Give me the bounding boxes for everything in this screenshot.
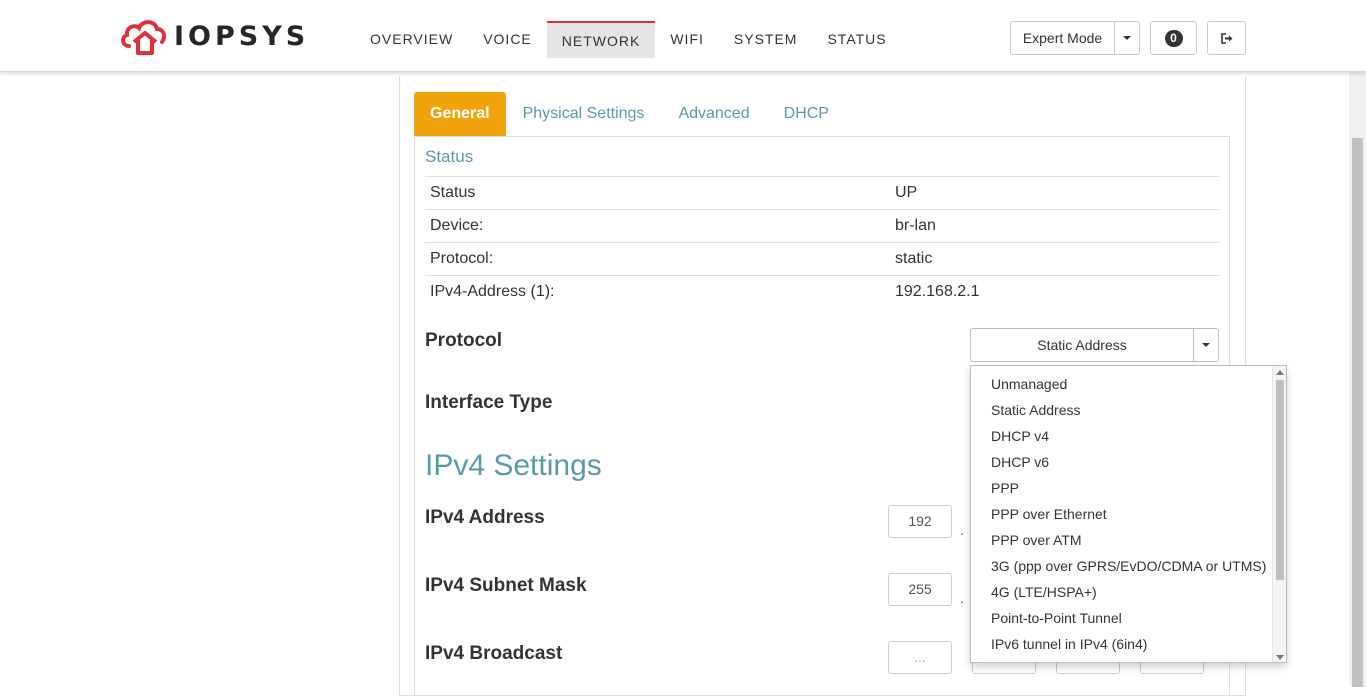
status-label: Status: [425, 176, 890, 210]
device-value: br-lan: [890, 209, 1219, 243]
scroll-up-icon[interactable]: [1276, 370, 1284, 375]
table-row: Device: br-lan: [425, 209, 1219, 243]
expert-mode-button[interactable]: Expert Mode: [1010, 21, 1115, 55]
protocol-value: static: [890, 242, 1219, 276]
nav-system[interactable]: SYSTEM: [719, 21, 813, 58]
protocol-label: Protocol:: [425, 242, 890, 276]
ipv4-subnet-octet-1[interactable]: 255: [888, 573, 952, 606]
ipv4-address-field-label: IPv4 Address: [425, 507, 545, 528]
option-dhcp-v4[interactable]: DHCP v4: [971, 423, 1273, 449]
octet-separator: .: [960, 590, 964, 606]
tab-physical-settings[interactable]: Physical Settings: [506, 92, 662, 136]
ipv4-broadcast-field-label: IPv4 Broadcast: [425, 643, 563, 664]
nav-status[interactable]: STATUS: [812, 21, 901, 58]
status-section-title: Status: [425, 147, 474, 166]
protocol-field-label: Protocol: [425, 330, 503, 351]
notifications-button[interactable]: 0: [1150, 21, 1197, 55]
tab-advanced[interactable]: Advanced: [661, 92, 766, 136]
tab-dhcp[interactable]: DHCP: [767, 92, 846, 136]
option-pppoe[interactable]: PPP over Ethernet: [971, 501, 1273, 527]
ipv4-broadcast-octet-1[interactable]: ...: [888, 641, 952, 674]
option-6in4[interactable]: IPv6 tunnel in IPv4 (6in4): [971, 631, 1273, 657]
table-row: Status UP: [425, 176, 1219, 210]
logo-text: IOPSYS: [174, 20, 310, 52]
option-pptp[interactable]: Point-to-Point Tunnel: [971, 605, 1273, 631]
ipv4-address-label: IPv4-Address (1):: [425, 275, 890, 309]
ipv4-address-octet-1[interactable]: 192: [888, 505, 952, 538]
ipv4-settings-title: IPv4 Settings: [425, 449, 602, 482]
option-dhcp-v6[interactable]: DHCP v6: [971, 449, 1273, 475]
nav-network[interactable]: NETWORK: [546, 21, 656, 58]
logout-icon: [1220, 32, 1232, 44]
protocol-dropdown-list: Unmanaged Static Address DHCP v4 DHCP v6…: [970, 365, 1287, 663]
device-label: Device:: [425, 209, 890, 243]
mode-dropdown-toggle[interactable]: [1114, 21, 1140, 55]
protocol-select[interactable]: Static Address: [970, 328, 1219, 362]
chevron-down-icon: [1123, 36, 1131, 40]
protocol-select-value: Static Address: [971, 329, 1194, 361]
scroll-down-icon[interactable]: [1276, 655, 1284, 660]
ipv4-subnet-field-label: IPv4 Subnet Mask: [425, 575, 587, 596]
option-4g[interactable]: 4G (LTE/HSPA+): [971, 579, 1273, 605]
option-unmanaged[interactable]: Unmanaged: [971, 371, 1273, 397]
nav-wifi[interactable]: WIFI: [655, 21, 719, 58]
notification-badge: 0: [1164, 29, 1183, 47]
status-value: UP: [890, 176, 1219, 210]
octet-separator: .: [960, 522, 964, 538]
interface-tabs: General Physical Settings Advanced DHCP: [414, 92, 846, 136]
table-row: Protocol: static: [425, 242, 1219, 276]
dropdown-scroll-thumb[interactable]: [1276, 380, 1284, 580]
chevron-down-icon: [1202, 343, 1210, 347]
option-ppp[interactable]: PPP: [971, 475, 1273, 501]
protocol-options: Unmanaged Static Address DHCP v4 DHCP v6…: [971, 371, 1273, 657]
status-table: Status UP Device: br-lan Protocol: stati…: [425, 176, 1219, 309]
table-row: IPv4-Address (1): 192.168.2.1: [425, 275, 1219, 309]
page-scroll-thumb[interactable]: [1352, 138, 1363, 687]
option-pppoa[interactable]: PPP over ATM: [971, 527, 1273, 553]
cloud-house-icon: [121, 20, 166, 55]
dropdown-scrollbar[interactable]: [1272, 366, 1286, 662]
interface-type-label: Interface Type: [425, 392, 553, 413]
ipv4-address-value: 192.168.2.1: [890, 275, 1219, 309]
iopsys-logo[interactable]: IOPSYS: [120, 14, 309, 58]
option-static-address[interactable]: Static Address: [971, 397, 1273, 423]
main-nav: OVERVIEW VOICE NETWORK WIFI SYSTEM STATU…: [355, 21, 902, 59]
option-3g[interactable]: 3G (ppp over GPRS/EvDO/CDMA or UTMS): [971, 553, 1273, 579]
nav-overview[interactable]: OVERVIEW: [355, 21, 468, 58]
tab-general[interactable]: General: [414, 92, 506, 136]
top-navbar: IOPSYS OVERVIEW VOICE NETWORK WIFI SYSTE…: [0, 0, 1366, 72]
logout-button[interactable]: [1207, 21, 1246, 55]
nav-voice[interactable]: VOICE: [468, 21, 547, 58]
